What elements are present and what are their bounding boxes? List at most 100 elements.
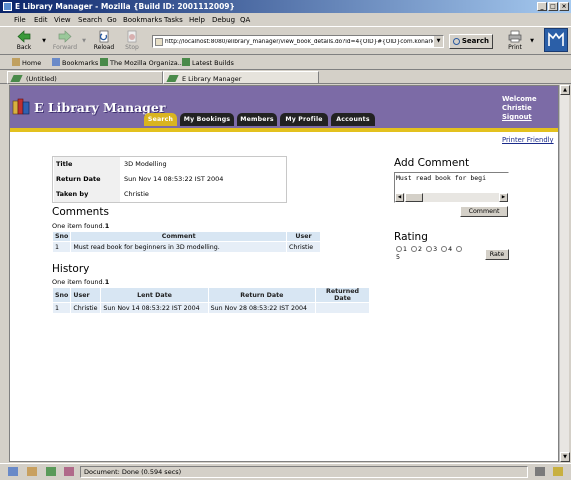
back-button[interactable]: Back (11, 29, 37, 54)
home-icon (12, 58, 20, 66)
forward-button[interactable]: Forward (51, 29, 79, 54)
col-comment: Comment (70, 231, 287, 242)
nav-my-profile[interactable]: My Profile (280, 113, 328, 126)
radio-button[interactable] (456, 246, 463, 252)
bookmark-mozilla-org[interactable]: The Mozilla Organiza... (100, 58, 184, 67)
menu-file[interactable]: File (14, 16, 26, 24)
history-found-count: 1 (104, 278, 110, 286)
nav-members[interactable]: Members (237, 113, 277, 126)
printer-icon (508, 30, 522, 43)
stop-label: Stop (125, 44, 139, 51)
forward-label: Forward (52, 44, 78, 51)
radio-button[interactable] (411, 246, 418, 252)
book-detail-label: Taken by (54, 187, 120, 202)
page-proxy-icon[interactable] (155, 38, 163, 46)
book-detail-row: Taken by Christie (53, 187, 286, 202)
nav-accounts[interactable]: Accounts (331, 113, 375, 126)
search-icon (453, 38, 460, 45)
menu-debug[interactable]: Debug (212, 16, 235, 24)
back-history-dropdown[interactable]: ▼ (40, 29, 48, 54)
book-detail-label: Title (54, 157, 120, 172)
search-button[interactable]: Search (449, 34, 493, 49)
welcome-box: Welcome Christie Signout (502, 95, 537, 122)
rating-option-3[interactable]: 3 (426, 246, 437, 253)
menu-help[interactable]: Help (189, 16, 205, 24)
rating-option-2[interactable]: 2 (411, 246, 422, 253)
radio-button[interactable] (396, 246, 402, 252)
menu-view[interactable]: View (54, 16, 71, 24)
nav-my-bookings[interactable]: My Bookings (180, 113, 234, 126)
menu-qa[interactable]: QA (240, 16, 250, 24)
composer-icon[interactable] (46, 467, 56, 476)
printer-friendly-link[interactable]: Printer Friendly (502, 136, 554, 144)
tab-untitled[interactable]: (Untitled) (7, 71, 163, 84)
nav-search[interactable]: Search (144, 113, 177, 126)
comment-horizontal-scrollbar[interactable]: ◀ ▶ (395, 193, 508, 202)
menu-go[interactable]: Go (107, 16, 117, 24)
bookmark-home[interactable]: Home (12, 58, 41, 67)
minimize-button[interactable]: _ (537, 2, 547, 11)
comments-found-text: One item found. (52, 222, 105, 230)
rating-option-1[interactable]: 1 (396, 246, 407, 253)
mozilla-throbber-logo[interactable] (544, 28, 568, 52)
stop-button[interactable]: Stop (119, 29, 145, 54)
tab-page-icon (166, 75, 179, 82)
comments-table: Sno Comment User 1 Must read book for be… (51, 231, 321, 253)
print-button[interactable]: Print (502, 29, 528, 54)
menu-bookmarks[interactable]: Bookmarks (123, 16, 162, 24)
search-button-label: Search (461, 37, 489, 45)
navigator-icon[interactable] (8, 467, 18, 476)
back-label: Back (16, 44, 32, 51)
menu-search[interactable]: Search (78, 16, 102, 24)
signout-link[interactable]: Signout (502, 113, 532, 121)
rating-option-label: 5 (396, 254, 401, 261)
close-button[interactable]: × (559, 2, 569, 11)
reload-label: Reload (93, 44, 115, 51)
print-dropdown[interactable]: ▼ (528, 29, 536, 54)
radio-button[interactable] (426, 246, 433, 252)
url-bar[interactable]: ▼ (152, 35, 444, 48)
rate-button[interactable]: Rate (485, 249, 509, 260)
scroll-thumb[interactable] (405, 193, 423, 202)
online-status-icon (535, 467, 545, 476)
book-return-date-value: Sun Nov 14 08:53:22 IST 2004 (124, 175, 224, 183)
tab-page-icon (10, 75, 23, 82)
sidebar-grippy[interactable] (3, 85, 7, 462)
book-details-table: Title 3D Modelling Return Date Sun Nov 1… (52, 156, 287, 203)
comment-button[interactable]: Comment (460, 206, 508, 217)
tab-bar: (Untitled) E Library Manager (0, 70, 571, 84)
stop-icon (127, 30, 137, 43)
comment-textarea[interactable]: Must read book for begi (396, 174, 507, 190)
comment-text: Must read book for beginners in 3D model… (70, 241, 287, 253)
mail-icon[interactable] (27, 467, 37, 476)
bookmark-bookmarks[interactable]: Bookmarks (52, 58, 98, 67)
address-book-icon[interactable] (64, 467, 74, 476)
menu-tasks[interactable]: Tasks (164, 16, 183, 24)
history-returned-date (315, 302, 370, 314)
tab-elibrary-manager[interactable]: E Library Manager (163, 71, 319, 84)
welcome-user: Christie (502, 104, 532, 112)
menu-edit[interactable]: Edit (34, 16, 48, 24)
book-title-value: 3D Modelling (124, 160, 167, 168)
scroll-left-arrow-icon[interactable]: ◀ (395, 193, 404, 202)
url-input[interactable] (165, 36, 433, 47)
history-sno: 1 (51, 302, 72, 314)
rating-option-label: 4 (448, 246, 453, 253)
url-history-dropdown[interactable]: ▼ (434, 36, 443, 47)
bookmark-latest-builds[interactable]: Latest Builds (182, 58, 234, 67)
comment-user: Christie (286, 241, 321, 253)
scroll-right-arrow-icon[interactable]: ▶ (499, 193, 508, 202)
comments-header-row: Sno Comment User (51, 231, 321, 242)
page-vertical-scrollbar[interactable]: ▲ ▼ (559, 85, 570, 462)
scroll-up-arrow-icon[interactable]: ▲ (560, 85, 570, 95)
bookmark-latest-builds-label: Latest Builds (192, 59, 234, 67)
rating-option-4[interactable]: 4 (441, 246, 452, 253)
scroll-down-arrow-icon[interactable]: ▼ (560, 452, 570, 462)
reload-button[interactable]: Reload (91, 29, 117, 54)
comments-found-count: 1 (104, 222, 110, 230)
maximize-button[interactable]: □ (548, 2, 558, 11)
forward-history-dropdown[interactable]: ▼ (80, 29, 88, 54)
history-heading: History (52, 263, 90, 275)
navigation-toolbar: Back ▼ Forward ▼ Reload Stop ▼ Search Pr… (0, 26, 571, 55)
radio-button[interactable] (441, 246, 448, 252)
